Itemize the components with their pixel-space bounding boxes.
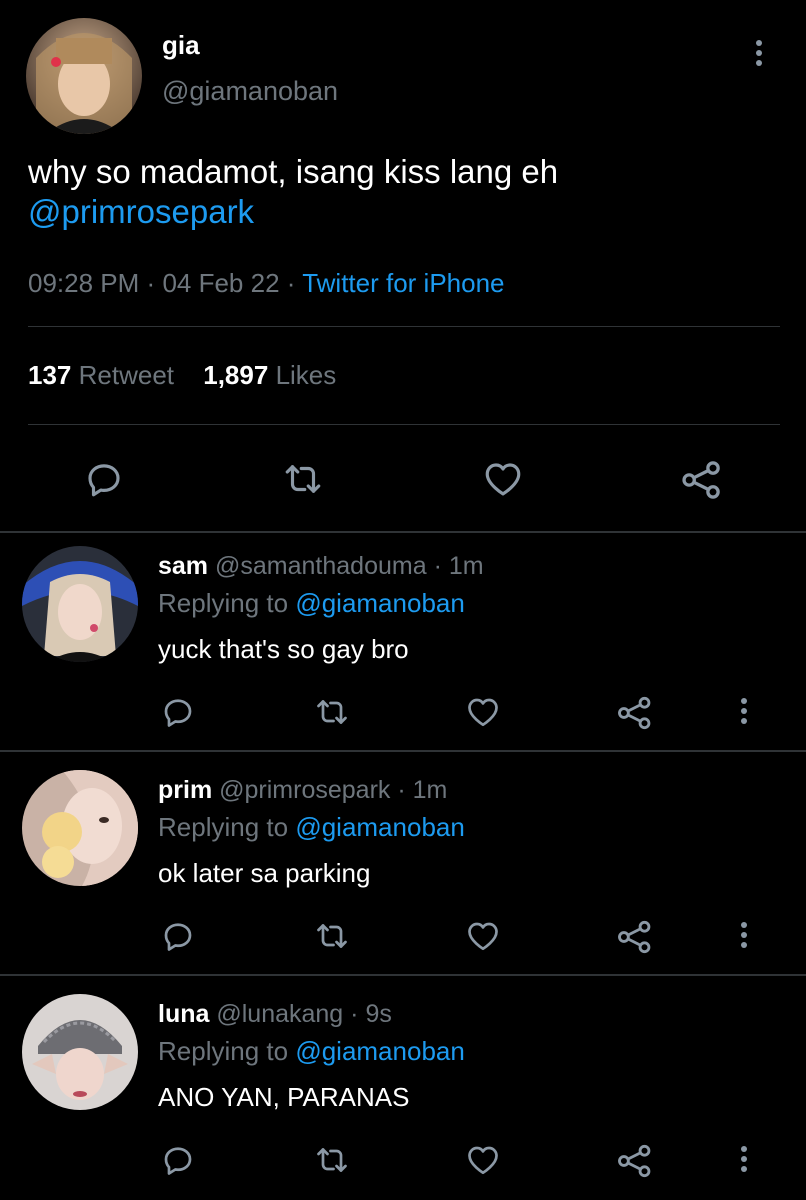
reply-author-handle[interactable]: @samanthadouma (215, 552, 427, 580)
retweet-stat[interactable]: 137 Retweet (28, 360, 174, 390)
more-icon[interactable] (734, 1142, 754, 1182)
replying-to-label: Replying to (158, 812, 289, 842)
tweet-source-link[interactable]: Twitter for iPhone (302, 268, 504, 298)
reply-icon[interactable] (160, 694, 196, 730)
divider (0, 974, 806, 976)
replying-to-link[interactable]: @giamanoban (295, 1036, 465, 1066)
reply-icon[interactable] (160, 1142, 196, 1178)
replying-to: Replying to @giamanoban (158, 812, 465, 843)
reply-author-handle[interactable]: @primrosepark (219, 776, 390, 804)
tweet-stats: 137 Retweet 1,897 Likes (28, 360, 336, 391)
retweet-count: 137 (28, 360, 72, 390)
share-icon[interactable] (616, 694, 654, 732)
retweet-icon[interactable] (312, 1142, 352, 1178)
reply-tweet[interactable]: sam @samanthadouma · 1m Replying to @gia… (0, 532, 806, 750)
reply-author-handle[interactable]: @lunakang (216, 1000, 343, 1028)
reply-tweet[interactable]: prim @primrosepark · 1m Replying to @gia… (0, 756, 806, 974)
author-name[interactable]: gia (162, 30, 200, 61)
reply-author-name[interactable]: prim (158, 776, 212, 804)
share-icon[interactable] (616, 1142, 654, 1180)
reply-text: ok later sa parking (158, 858, 371, 888)
reply-text: yuck that's so gay bro (158, 634, 409, 664)
like-icon[interactable] (464, 918, 502, 954)
like-label: Likes (275, 360, 337, 390)
avatar[interactable] (22, 546, 138, 662)
avatar[interactable] (26, 18, 142, 134)
divider (28, 326, 780, 327)
like-stat[interactable]: 1,897 Likes (203, 360, 336, 390)
more-icon[interactable] (749, 36, 769, 76)
more-icon[interactable] (734, 694, 754, 734)
retweet-icon[interactable] (280, 458, 326, 500)
reply-header: luna @lunakang · 9s (158, 1000, 392, 1029)
avatar[interactable] (22, 770, 138, 886)
reply-author-name[interactable]: sam (158, 552, 208, 580)
avatar[interactable] (22, 994, 138, 1110)
like-icon[interactable] (481, 458, 525, 500)
retweet-icon[interactable] (312, 694, 352, 730)
reply-time: · 1m (397, 776, 448, 804)
share-icon[interactable] (680, 458, 724, 502)
reply-time: · 9s (350, 1000, 392, 1028)
replying-to-label: Replying to (158, 588, 289, 618)
mention-link[interactable]: @primrosepark (28, 192, 558, 232)
reply-text: ANO YAN, PARANAS (158, 1082, 410, 1112)
reply-header: sam @samanthadouma · 1m (158, 552, 484, 581)
like-icon[interactable] (464, 694, 502, 730)
divider (28, 424, 780, 425)
retweet-label: Retweet (78, 360, 175, 390)
replying-to: Replying to @giamanoban (158, 1036, 465, 1067)
like-icon[interactable] (464, 1142, 502, 1178)
meta-separator: · (146, 268, 156, 298)
reply-icon[interactable] (160, 918, 196, 954)
replying-to-label: Replying to (158, 1036, 289, 1066)
reply-icon[interactable] (83, 458, 125, 500)
tweet-text-line: why so madamot, isang kiss lang eh (28, 153, 559, 190)
share-icon[interactable] (616, 918, 654, 956)
tweet-meta: 09:28 PM · 04 Feb 22 · Twitter for iPhon… (28, 268, 505, 299)
like-count: 1,897 (203, 360, 269, 390)
replying-to-link[interactable]: @giamanoban (295, 588, 465, 618)
retweet-icon[interactable] (312, 918, 352, 954)
author-handle[interactable]: @giamanoban (162, 76, 338, 107)
tweet-time: 09:28 PM (28, 268, 140, 298)
divider (0, 750, 806, 752)
meta-separator: · (286, 268, 296, 298)
reply-tweet[interactable]: luna @lunakang · 9s Replying to @giamano… (0, 980, 806, 1200)
reply-time: · 1m (433, 552, 484, 580)
tweet-date: 04 Feb 22 (162, 268, 280, 298)
replying-to-link[interactable]: @giamanoban (295, 812, 465, 842)
main-tweet: gia @giamanoban why so madamot, isang ki… (0, 0, 806, 532)
reply-header: prim @primrosepark · 1m (158, 776, 447, 805)
reply-author-name[interactable]: luna (158, 1000, 209, 1028)
replying-to: Replying to @giamanoban (158, 588, 465, 619)
tweet-text: why so madamot, isang kiss lang eh @prim… (28, 152, 558, 232)
more-icon[interactable] (734, 918, 754, 958)
